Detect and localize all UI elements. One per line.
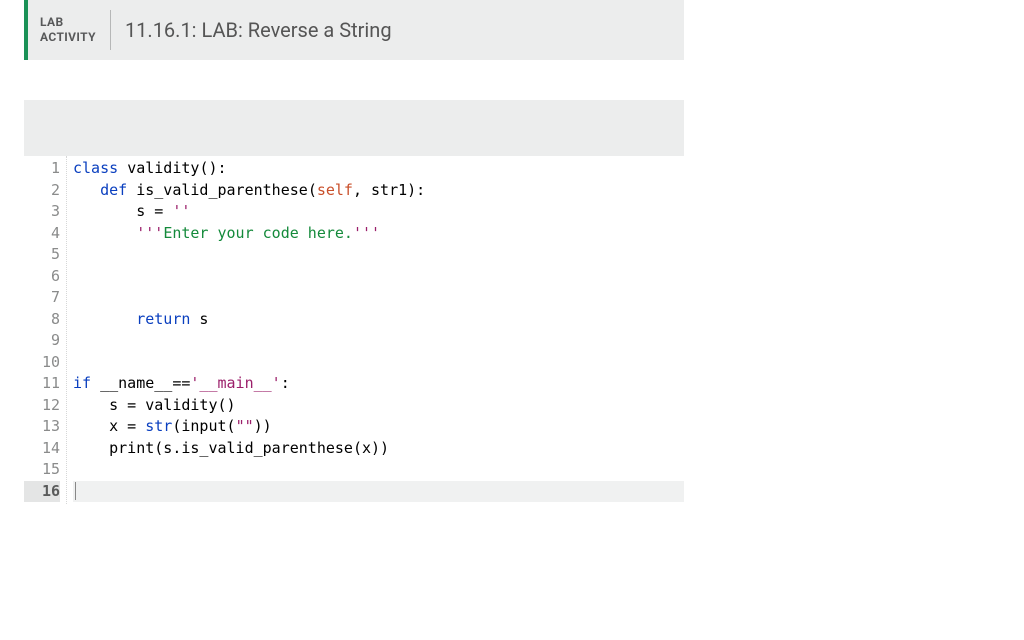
code-line[interactable]: s = validity() — [73, 395, 684, 417]
lab-title: 11.16.1: LAB: Reverse a String — [111, 0, 392, 60]
lab-activity-label: LAB ACTIVITY — [28, 0, 110, 60]
line-number: 9 — [24, 330, 60, 352]
lab-container: LAB ACTIVITY 11.16.1: LAB: Reverse a Str… — [24, 0, 684, 504]
line-number: 14 — [24, 438, 60, 460]
line-number: 15 — [24, 459, 60, 481]
lab-label-line1: LAB — [40, 15, 96, 30]
line-number: 10 — [24, 352, 60, 374]
line-number: 2 — [24, 180, 60, 202]
code-line[interactable]: s = '' — [73, 201, 684, 223]
code-line[interactable] — [73, 352, 684, 374]
code-line[interactable]: return s — [73, 309, 684, 331]
line-number: 1 — [24, 158, 60, 180]
line-number: 6 — [24, 266, 60, 288]
line-number: 4 — [24, 223, 60, 245]
line-number: 13 — [24, 416, 60, 438]
code-line[interactable]: x = str(input("")) — [73, 416, 684, 438]
line-number: 3 — [24, 201, 60, 223]
code-line[interactable] — [73, 287, 684, 309]
code-line[interactable] — [73, 459, 684, 481]
lab-header: LAB ACTIVITY 11.16.1: LAB: Reverse a Str… — [24, 0, 684, 60]
code-line[interactable]: if __name__=='__main__': — [73, 373, 684, 395]
code-line[interactable]: '''Enter your code here.''' — [73, 223, 684, 245]
code-editor[interactable]: 12345678910111213141516 class validity()… — [24, 156, 684, 504]
line-number: 11 — [24, 373, 60, 395]
code-line[interactable] — [73, 244, 684, 266]
code-content[interactable]: class validity(): def is_valid_parenthes… — [66, 156, 684, 504]
line-number: 7 — [24, 287, 60, 309]
line-number: 5 — [24, 244, 60, 266]
lab-label-line2: ACTIVITY — [40, 30, 96, 45]
code-line[interactable]: class validity(): — [73, 158, 684, 180]
line-number-gutter: 12345678910111213141516 — [24, 156, 66, 504]
line-number: 8 — [24, 309, 60, 331]
line-number: 16 — [24, 481, 60, 503]
text-cursor — [75, 482, 76, 500]
code-line[interactable]: def is_valid_parenthese(self, str1): — [73, 180, 684, 202]
line-number: 12 — [24, 395, 60, 417]
code-line[interactable] — [73, 330, 684, 352]
code-line[interactable]: print(s.is_valid_parenthese(x)) — [73, 438, 684, 460]
code-line[interactable] — [73, 481, 684, 503]
editor-block: 12345678910111213141516 class validity()… — [24, 100, 684, 504]
code-line[interactable] — [73, 266, 684, 288]
